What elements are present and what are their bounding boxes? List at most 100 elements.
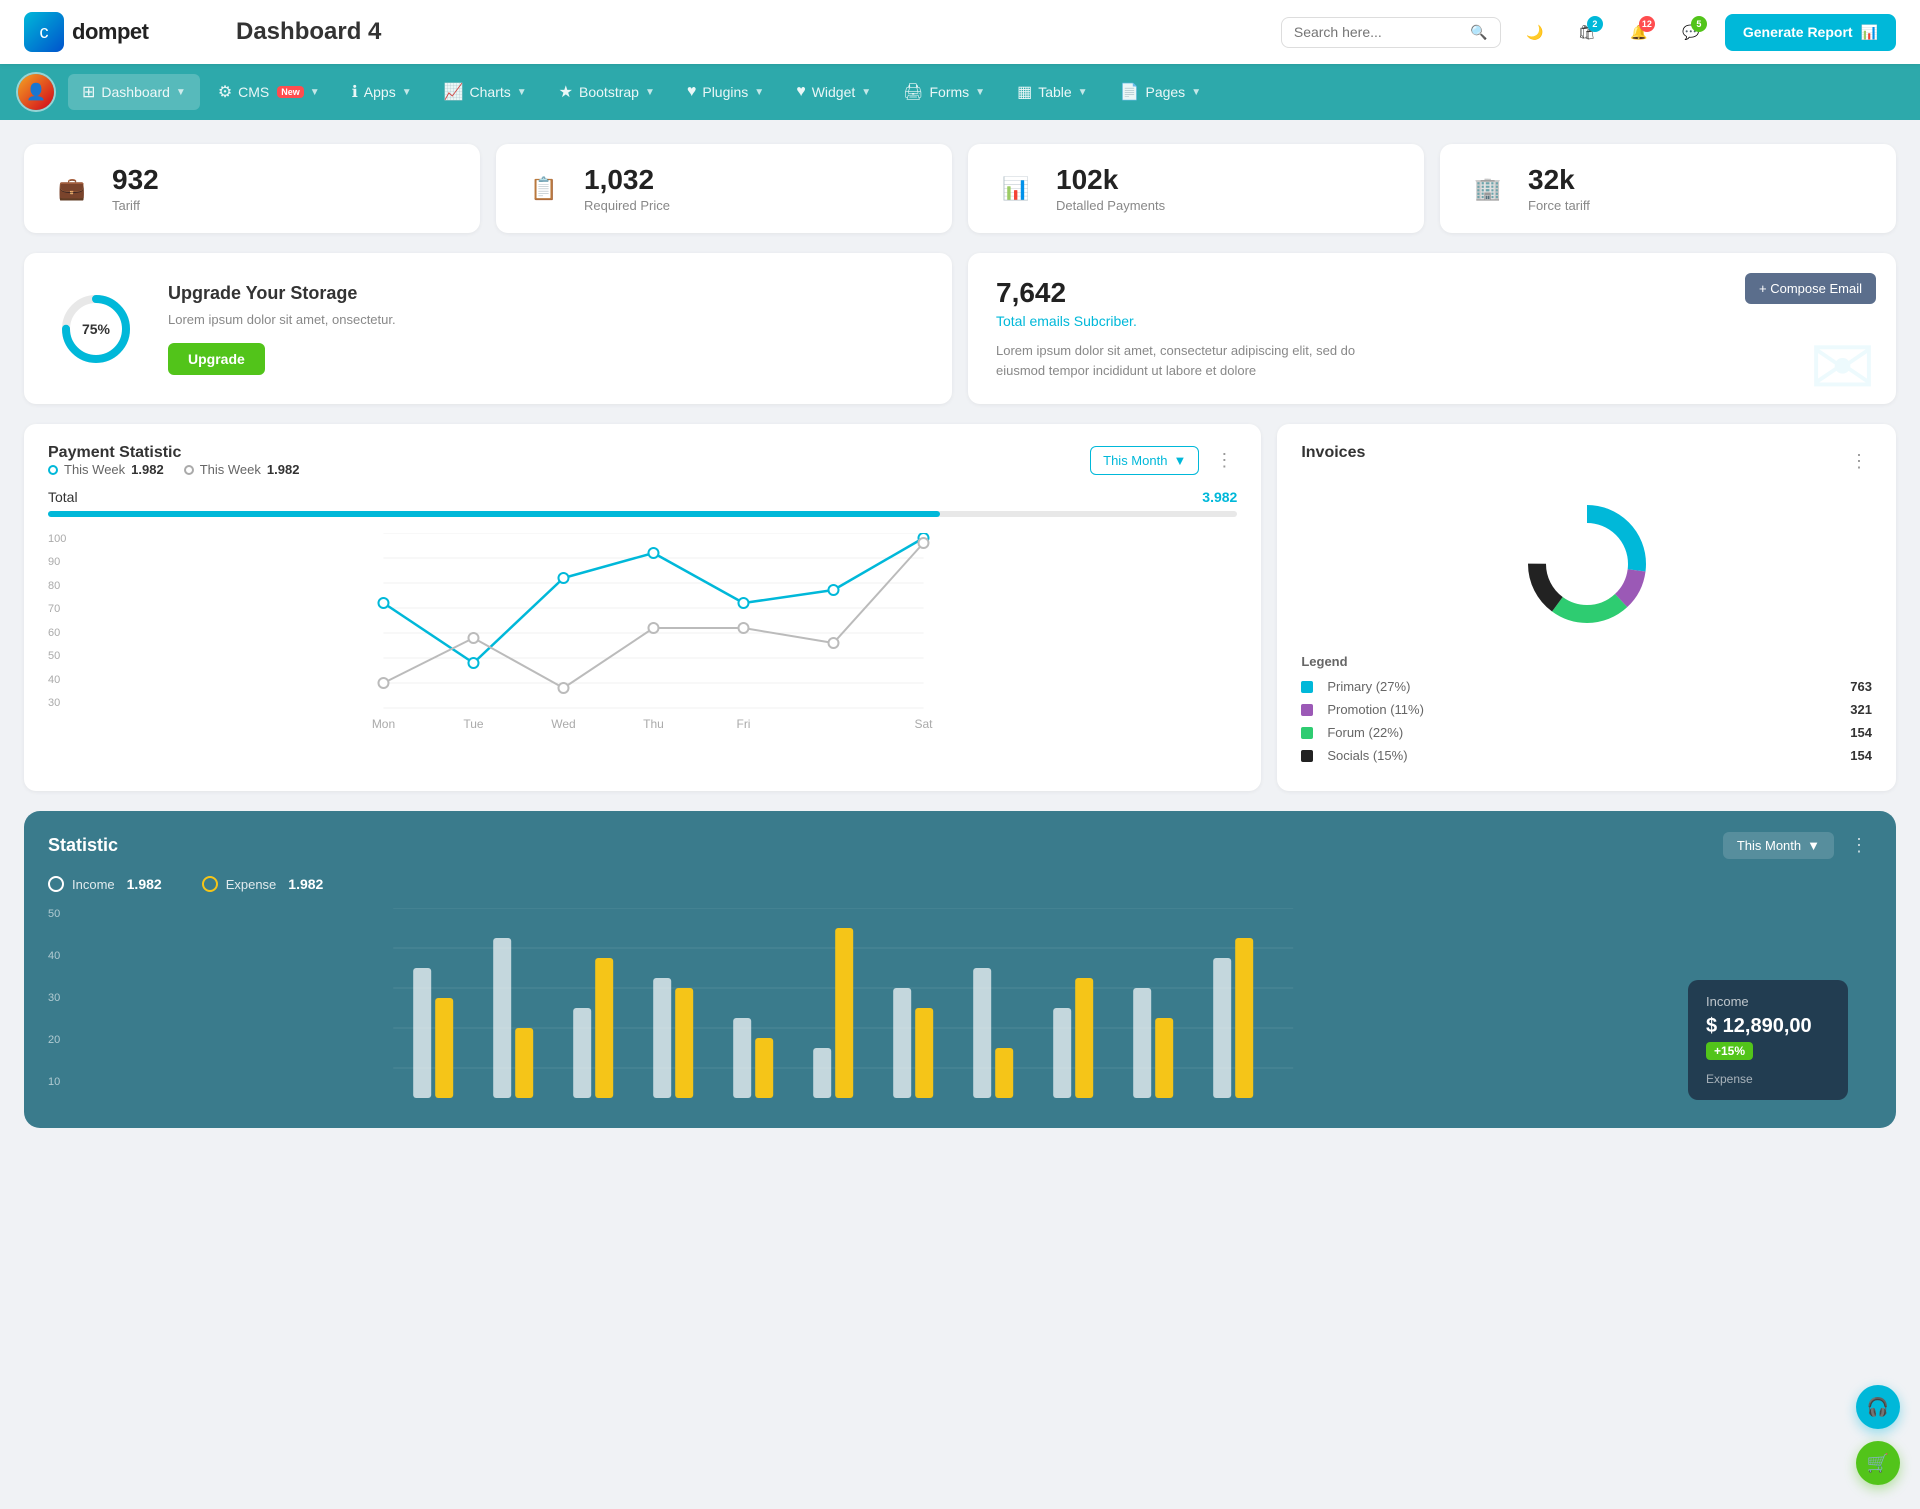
legend-val-1: 1.982 [131, 462, 164, 477]
nav-item-charts[interactable]: 📈 Charts ▼ [430, 74, 541, 110]
nav-plugins-label: Plugins [702, 84, 748, 100]
compose-email-button[interactable]: + Compose Email [1745, 273, 1876, 304]
force-tariff-icon: 🏢 [1464, 165, 1512, 213]
theme-toggle[interactable]: 🌙 [1517, 14, 1553, 50]
support-button[interactable]: 🎧 [1856, 1385, 1900, 1429]
stat-legend-income: Income 1.982 [48, 876, 162, 892]
header-right: 🔍 🌙 🛍 2 🔔 12 💬 5 Generate Report 📊 [1281, 14, 1896, 51]
storage-info: Upgrade Your Storage Lorem ipsum dolor s… [168, 283, 396, 375]
emoji-icon-btn[interactable]: 🛍 2 [1569, 14, 1605, 50]
nav-item-plugins[interactable]: ♥ Plugins ▼ [673, 75, 778, 109]
tariff-label: Tariff [112, 198, 159, 213]
payment-statistic-card: Payment Statistic This Week 1.982 This W… [24, 424, 1261, 791]
nav-charts-label: Charts [470, 84, 511, 100]
invoices-title: Invoices [1301, 444, 1365, 462]
nav-item-bootstrap[interactable]: ★ Bootstrap ▼ [545, 74, 669, 110]
statistic-header: Statistic This Month ▼ ⋮ [48, 831, 1872, 860]
force-tariff-value: 32k [1528, 164, 1590, 196]
y-label-70: 70 [48, 603, 66, 615]
invoices-more-icon[interactable]: ⋮ [1846, 447, 1872, 476]
payment-chart-left: Payment Statistic This Week 1.982 This W… [48, 444, 299, 477]
more-options-icon[interactable]: ⋮ [1211, 446, 1237, 475]
tariff-value: 932 [112, 164, 159, 196]
this-month-label: This Month [1103, 453, 1167, 468]
required-price-label: Required Price [584, 198, 670, 213]
legend-socials: Socials (15%) 154 [1301, 748, 1872, 763]
header: c dompet Dashboard 4 🔍 🌙 🛍 2 🔔 12 💬 5 Ge… [0, 0, 1920, 64]
statistic-title: Statistic [48, 835, 118, 856]
nav-item-apps[interactable]: ℹ Apps ▼ [338, 74, 426, 110]
nav-bootstrap-label: Bootstrap [579, 84, 639, 100]
nav-item-pages[interactable]: 📄 Pages ▼ [1106, 74, 1216, 110]
stat-info-force: 32k Force tariff [1528, 164, 1590, 213]
payments-value: 102k [1056, 164, 1165, 196]
search-input[interactable] [1294, 24, 1463, 40]
moon-icon: 🌙 [1526, 24, 1543, 41]
chat-btn[interactable]: 💬 5 [1673, 14, 1709, 50]
payment-chart-title: Payment Statistic [48, 444, 299, 462]
chevron-down-icon-7: ▼ [861, 87, 871, 98]
svg-text:Wed: Wed [552, 717, 576, 731]
inv-text-socials: Socials (15%) [1327, 748, 1407, 763]
search-box[interactable]: 🔍 [1281, 17, 1501, 48]
nav-item-forms[interactable]: 🖨 Forms ▼ [889, 74, 999, 110]
forms-icon: 🖨 [903, 82, 923, 102]
emoji-badge: 2 [1587, 16, 1603, 32]
email-subtitle: Total emails Subcriber. [996, 313, 1868, 329]
nav-bar: 👤 ⊞ Dashboard ▼ ⚙ CMS New ▼ ℹ Apps ▼ 📈 C… [0, 64, 1920, 120]
logo-area: c dompet [24, 12, 204, 52]
progress-fill [48, 511, 940, 517]
charts-icon: 📈 [444, 82, 464, 102]
middle-row: 75% Upgrade Your Storage Lorem ipsum dol… [24, 253, 1896, 404]
inv-label-forum: Forum (22%) [1301, 725, 1403, 740]
inv-text-forum: Forum (22%) [1327, 725, 1403, 740]
y-label-60: 60 [48, 627, 66, 639]
inv-text-primary: Primary (27%) [1327, 679, 1410, 694]
storage-title: Upgrade Your Storage [168, 283, 396, 304]
dropdown-icon: ▼ [1173, 453, 1186, 468]
invoices-donut-container [1301, 494, 1872, 634]
svg-text:Sat: Sat [915, 717, 934, 731]
this-month-button[interactable]: This Month ▼ [1090, 446, 1199, 475]
inv-text-promotion: Promotion (11%) [1327, 702, 1424, 717]
svg-text:Fri: Fri [737, 717, 751, 731]
main-content: 💼 932 Tariff 📋 1,032 Required Price 📊 10… [0, 120, 1920, 1152]
nav-item-table[interactable]: ▦ Table ▼ [1003, 74, 1102, 110]
statistic-this-month-button[interactable]: This Month ▼ [1723, 832, 1834, 859]
line-chart-svg: Mon Tue Wed Thu Fri Sat [70, 533, 1237, 733]
invoice-legend: Primary (27%) 763 Promotion (11%) 321 Fo… [1301, 679, 1872, 763]
income-badge: +15% [1706, 1042, 1753, 1060]
inv-dot-forum [1301, 727, 1313, 739]
page-title: Dashboard 4 [236, 18, 1281, 46]
inv-val-forum: 154 [1850, 725, 1872, 740]
total-row: Total 3.982 [48, 489, 1237, 505]
email-description: Lorem ipsum dolor sit amet, consectetur … [996, 341, 1396, 380]
chevron-down-icon-2: ▼ [310, 87, 320, 98]
statistic-more-icon[interactable]: ⋮ [1846, 831, 1872, 860]
legend-label-2: This Week [200, 462, 261, 477]
apps-icon: ℹ [352, 82, 358, 102]
nav-item-widget[interactable]: ♥ Widget ▼ [782, 75, 885, 109]
cart-button[interactable]: 🛒 [1856, 1441, 1900, 1485]
statistic-card: Statistic This Month ▼ ⋮ Income 1.982 Ex… [24, 811, 1896, 1128]
cms-icon: ⚙ [218, 82, 232, 102]
headphone-icon: 🎧 [1867, 1397, 1889, 1418]
svg-text:Thu: Thu [644, 717, 665, 731]
y-label-50: 50 [48, 650, 66, 662]
svg-text:Tue: Tue [464, 717, 485, 731]
legend-item-1: This Week 1.982 [48, 462, 164, 477]
chevron-down-icon-8: ▼ [975, 87, 985, 98]
nav-dashboard-label: Dashboard [101, 84, 170, 100]
stats-row: 💼 932 Tariff 📋 1,032 Required Price 📊 10… [24, 144, 1896, 233]
invoices-card: Invoices ⋮ Legend [1277, 424, 1896, 791]
upgrade-button[interactable]: Upgrade [168, 343, 265, 375]
bell-btn[interactable]: 🔔 12 [1621, 14, 1657, 50]
generate-report-button[interactable]: Generate Report 📊 [1725, 14, 1896, 51]
total-value: 3.982 [1202, 489, 1237, 505]
force-tariff-label: Force tariff [1528, 198, 1590, 213]
nav-item-dashboard[interactable]: ⊞ Dashboard ▼ [68, 74, 200, 110]
legend-forum: Forum (22%) 154 [1301, 725, 1872, 740]
nav-item-cms[interactable]: ⚙ CMS New ▼ [204, 74, 334, 110]
income-tooltip: Income $ 12,890,00 +15% Expense [1688, 980, 1848, 1100]
inv-dot-socials [1301, 750, 1313, 762]
